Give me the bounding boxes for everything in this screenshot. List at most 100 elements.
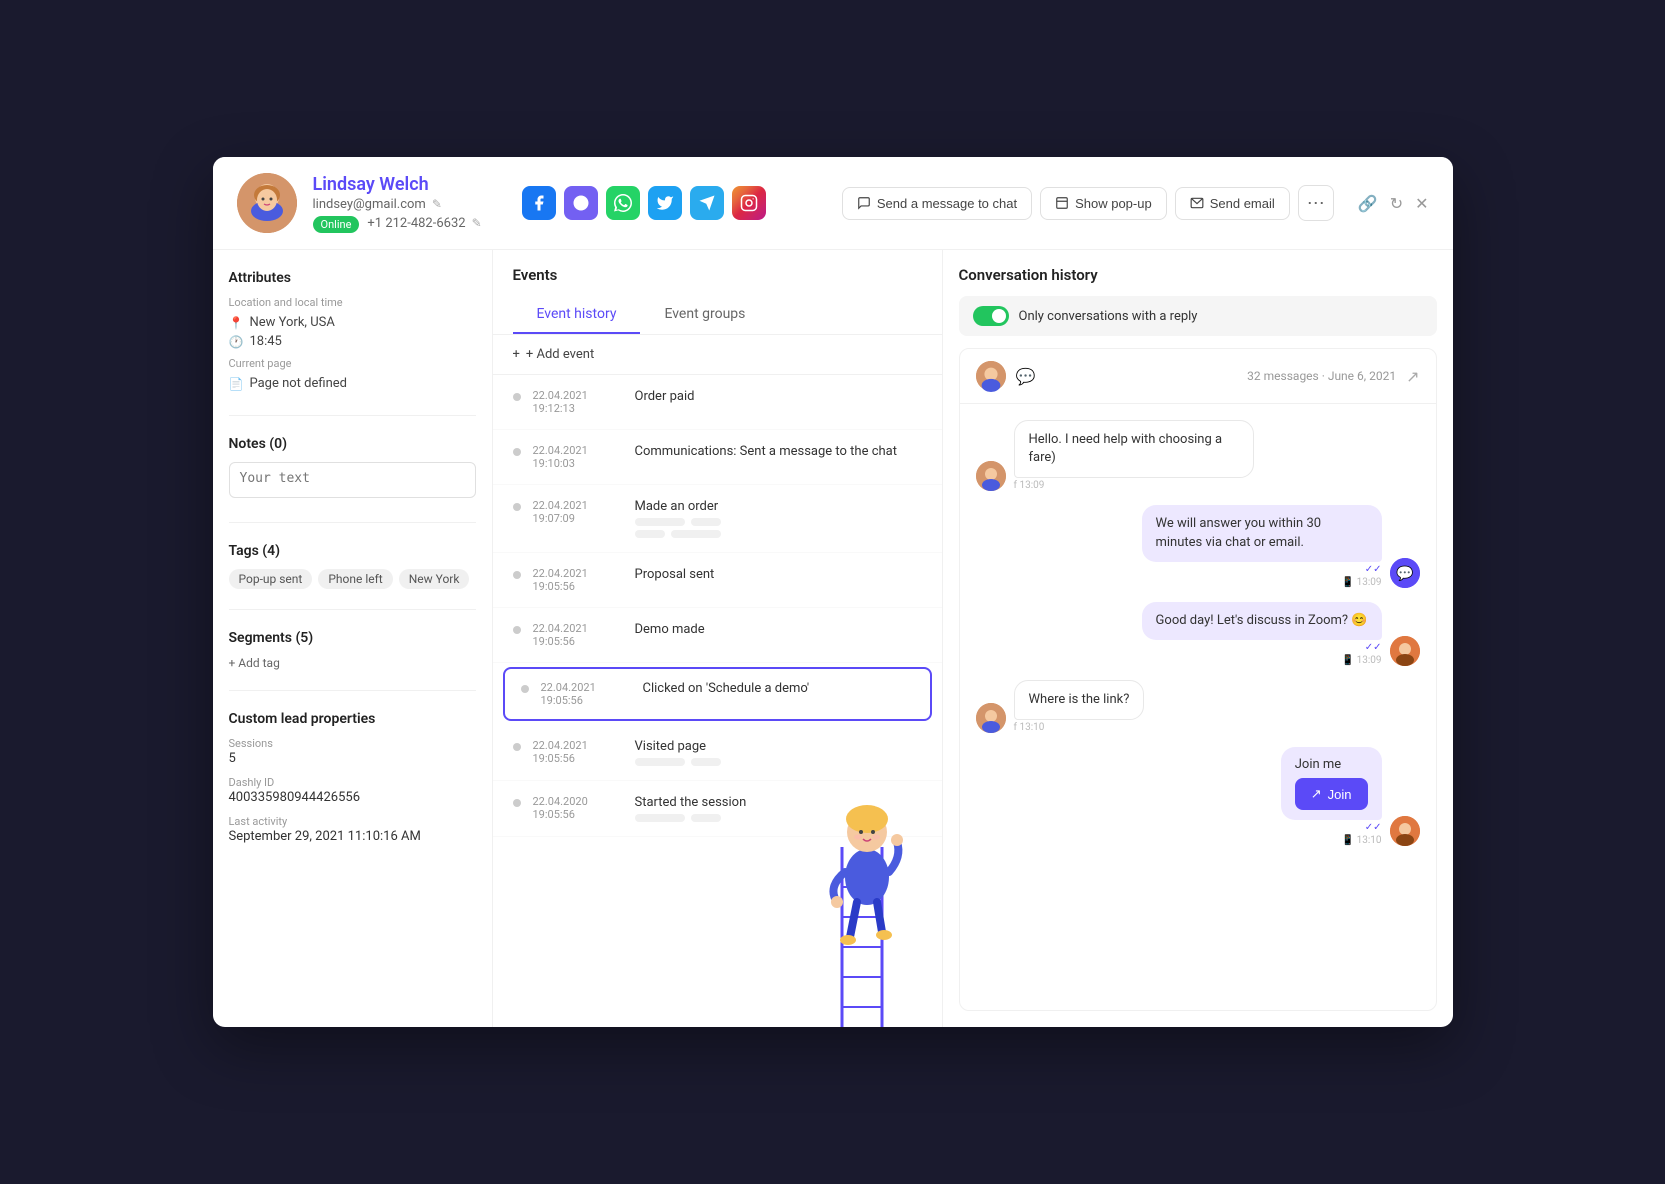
message-row: Hello. I need help with choosing a fare)… bbox=[976, 420, 1420, 491]
message-content: Hello. I need help with choosing a fare)… bbox=[1014, 420, 1254, 491]
message-meta: f 13:09 bbox=[1014, 480, 1254, 491]
tags-title: Tags (4) bbox=[229, 543, 476, 559]
check-icon: ✓✓ bbox=[1365, 564, 1382, 575]
tab-event-groups[interactable]: Event groups bbox=[640, 296, 769, 334]
event-sub bbox=[635, 814, 922, 822]
page-value: Page not defined bbox=[249, 376, 347, 391]
event-time: 22.04.202119:12:13 bbox=[533, 389, 623, 415]
events-list: 22.04.202119:12:13 Order paid 22.04.2021… bbox=[493, 375, 942, 1027]
message-row: 💬 We will answer you within 30 minutes v… bbox=[976, 505, 1420, 587]
add-event-label: + Add event bbox=[526, 347, 594, 362]
event-name: Started the session bbox=[635, 795, 922, 822]
conversation-panel: Conversation history Only conversations … bbox=[943, 250, 1453, 1027]
edit-phone-icon[interactable]: ✎ bbox=[472, 216, 482, 230]
notes-input[interactable] bbox=[229, 462, 476, 498]
event-dot bbox=[513, 503, 521, 511]
edit-email-icon[interactable]: ✎ bbox=[432, 197, 442, 211]
event-sub bbox=[635, 758, 922, 766]
join-card: Join me ↗ Join bbox=[1281, 747, 1382, 820]
main-content: Attributes Location and local time 📍 New… bbox=[213, 250, 1453, 1027]
more-actions-button[interactable]: ⋯ bbox=[1298, 185, 1334, 221]
platform-icon: f 13:10 bbox=[1014, 722, 1045, 733]
whatsapp-icon[interactable] bbox=[606, 186, 640, 220]
send-email-button[interactable]: Send email bbox=[1175, 187, 1290, 220]
event-dot bbox=[513, 393, 521, 401]
refresh-icon[interactable]: ↻ bbox=[1390, 194, 1403, 213]
add-event-plus: + bbox=[513, 347, 520, 362]
show-popup-button[interactable]: Show pop-up bbox=[1040, 187, 1167, 220]
filter-label: Only conversations with a reply bbox=[1019, 309, 1198, 324]
message-bubble: Hello. I need help with choosing a fare) bbox=[1014, 420, 1254, 478]
link-icon[interactable]: 🔗 bbox=[1358, 194, 1378, 213]
conversation-session: 💬 32 messages · June 6, 2021 ↗ Hello. I … bbox=[959, 348, 1437, 1011]
event-item: 22.04.202119:05:56 Proposal sent bbox=[493, 553, 942, 608]
tag-phone-left: Phone left bbox=[318, 569, 392, 589]
event-item-highlighted[interactable]: 22.04.202119:05:56 Clicked on 'Schedule … bbox=[503, 667, 932, 721]
custom-props-title: Custom lead properties bbox=[229, 711, 476, 727]
event-item: 22.04.202119:05:56 Visited page bbox=[493, 725, 942, 781]
event-name: Order paid bbox=[635, 389, 922, 404]
attributes-title: Attributes bbox=[229, 270, 476, 286]
window-controls: 🔗 ↻ ✕ bbox=[1358, 194, 1429, 213]
events-header: Events Event history Event groups bbox=[493, 250, 942, 335]
telegram-icon[interactable] bbox=[690, 186, 724, 220]
chat-icon[interactable]: 💬 bbox=[1016, 367, 1036, 386]
facebook-icon[interactable] bbox=[522, 186, 556, 220]
platform-icon: 📱 13:09 bbox=[1342, 655, 1382, 666]
time-value: 18:45 bbox=[249, 334, 281, 349]
tag-new-york: New York bbox=[399, 569, 470, 589]
events-title: Events bbox=[513, 266, 922, 284]
twitter-icon[interactable] bbox=[648, 186, 682, 220]
add-event-button[interactable]: + + Add event bbox=[493, 335, 942, 375]
page-item: 📄 Page not defined bbox=[229, 376, 476, 391]
notes-title: Notes (0) bbox=[229, 436, 476, 452]
event-time: 22.04.202119:07:09 bbox=[533, 499, 623, 525]
message-avatar bbox=[1390, 816, 1420, 846]
external-link-icon[interactable]: ↗ bbox=[1406, 367, 1419, 386]
events-panel: Events Event history Event groups + + Ad… bbox=[493, 250, 943, 1027]
clock-icon: 🕐 bbox=[229, 335, 244, 349]
user-info: Lindsay Welch lindsey@gmail.com ✎ Online… bbox=[313, 174, 482, 233]
message-bubble: Where is the link? bbox=[1014, 680, 1145, 720]
event-name: Made an order bbox=[635, 499, 922, 538]
close-icon[interactable]: ✕ bbox=[1415, 194, 1428, 213]
event-name: Proposal sent bbox=[635, 567, 922, 582]
email-text: lindsey@gmail.com bbox=[313, 197, 426, 212]
location-value: New York, USA bbox=[249, 315, 334, 330]
tag-popup-sent: Pop-up sent bbox=[229, 569, 313, 589]
tags-list: Pop-up sent Phone left New York bbox=[229, 569, 476, 589]
event-name: Demo made bbox=[635, 622, 922, 637]
send-message-button[interactable]: Send a message to chat bbox=[842, 187, 1032, 220]
message-avatar bbox=[1390, 636, 1420, 666]
messages-list: Hello. I need help with choosing a fare)… bbox=[960, 404, 1436, 1010]
instagram-icon[interactable] bbox=[732, 186, 766, 220]
session-avatar bbox=[976, 361, 1006, 391]
social-icons bbox=[522, 186, 766, 220]
custom-props-section: Custom lead properties Sessions 5 Dashly… bbox=[229, 711, 476, 854]
message-bubble: Good day! Let's discuss in Zoom? 😊 bbox=[1142, 602, 1382, 640]
tab-event-history[interactable]: Event history bbox=[513, 296, 641, 334]
event-item: 22.04.202119:05:56 Demo made bbox=[493, 608, 942, 663]
event-item: 22.04.202119:10:03 Communications: Sent … bbox=[493, 430, 942, 485]
last-activity-label: Last activity bbox=[229, 815, 476, 828]
event-sub bbox=[635, 518, 922, 526]
online-badge: Online bbox=[313, 216, 360, 233]
last-activity-prop: Last activity September 29, 2021 11:10:1… bbox=[229, 815, 476, 844]
app-window: Lindsay Welch lindsey@gmail.com ✎ Online… bbox=[213, 157, 1453, 1027]
add-tag-button[interactable]: + Add tag bbox=[229, 656, 476, 670]
dashly-id-prop: Dashly ID 400335980944426556 bbox=[229, 776, 476, 805]
event-dot bbox=[513, 799, 521, 807]
notes-section: Notes (0) bbox=[229, 436, 476, 502]
header-actions: Send a message to chat Show pop-up Send … bbox=[842, 185, 1429, 221]
attributes-section: Attributes Location and local time 📍 New… bbox=[229, 270, 476, 395]
event-dot bbox=[521, 685, 529, 693]
filter-toggle[interactable] bbox=[973, 306, 1009, 326]
join-button[interactable]: ↗ Join bbox=[1295, 778, 1368, 810]
page-icon: 📄 bbox=[229, 377, 244, 391]
viber-icon[interactable] bbox=[564, 186, 598, 220]
event-item: 22.04.202119:12:13 Order paid bbox=[493, 375, 942, 430]
message-content: We will answer you within 30 minutes via… bbox=[1142, 505, 1382, 587]
conversation-filter: Only conversations with a reply bbox=[959, 296, 1437, 336]
location-label: Location and local time bbox=[229, 296, 476, 309]
tags-section: Tags (4) Pop-up sent Phone left New York bbox=[229, 543, 476, 589]
